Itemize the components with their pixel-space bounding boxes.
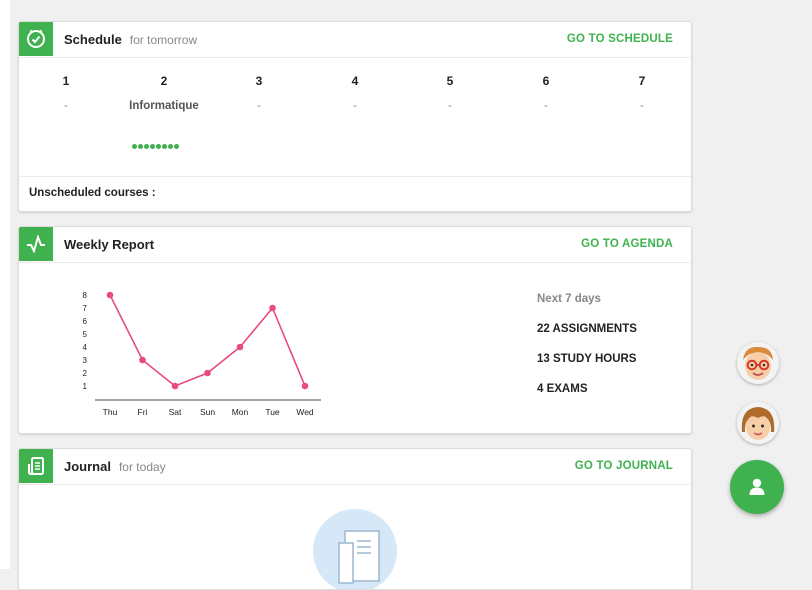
x-tick-label: Tue — [265, 407, 280, 417]
x-tick-label: Sun — [200, 407, 215, 417]
weekly-stats: Next 7 days 22 ASSIGNMENTS 13 STUDY HOUR… — [537, 293, 637, 413]
period-2[interactable]: 2 Informatique — [114, 74, 214, 112]
go-to-agenda-link[interactable]: GO TO AGENDA — [581, 238, 673, 250]
unscheduled-courses: Unscheduled courses : — [19, 176, 691, 211]
journal-icon — [19, 449, 53, 483]
journal-subtitle: for today — [118, 460, 166, 474]
schedule-subtitle: for tomorrow — [129, 33, 198, 47]
data-point[interactable] — [269, 304, 276, 312]
user-menu-button[interactable] — [730, 460, 784, 514]
journal-header: Journal for today GO TO JOURNAL — [19, 449, 691, 485]
period-4: 4- — [351, 74, 359, 112]
data-point[interactable] — [236, 343, 244, 351]
data-point[interactable] — [204, 369, 211, 377]
study-hours-count[interactable]: 13 STUDY HOURS — [537, 353, 637, 365]
x-tick-label: Fri — [138, 407, 148, 417]
x-tick-label: Sat — [169, 407, 182, 417]
period-7: 7- — [638, 74, 646, 112]
period-1: 1- — [62, 74, 70, 112]
period-5: 5- — [446, 74, 454, 112]
course-progress-dots — [132, 136, 180, 149]
data-point[interactable] — [139, 356, 146, 364]
weekly-title: Weekly Report — [64, 237, 155, 252]
schedule-title: Schedule for tomorrow — [64, 32, 198, 47]
journal-empty-illustration — [313, 509, 397, 589]
student-avatar-boy[interactable] — [737, 342, 779, 384]
weekly-line-chart: 1 2 3 4 5 6 7 8 Thu Fri Sat Sun Mon Tue Wed — [83, 291, 321, 417]
pulse-icon — [19, 227, 53, 261]
y-tick-label: 1 — [83, 382, 88, 391]
schedule-header: Schedule for tomorrow GO TO SCHEDULE — [19, 22, 691, 58]
x-tick-label: Wed — [296, 407, 314, 417]
y-tick-label: 4 — [83, 343, 88, 352]
exams-count[interactable]: 4 EXAMS — [537, 383, 637, 395]
data-point[interactable] — [301, 382, 309, 390]
data-point[interactable] — [106, 291, 114, 299]
y-tick-label: 2 — [83, 369, 88, 378]
next-7-days-label: Next 7 days — [537, 293, 601, 305]
user-icon — [749, 478, 765, 495]
weekly-header: Weekly Report GO TO AGENDA — [19, 227, 691, 263]
left-edge — [0, 0, 10, 569]
y-tick-label: 7 — [83, 304, 88, 313]
y-tick-label: 3 — [83, 356, 88, 365]
period-3: 3- — [255, 74, 263, 112]
x-tick-label: Thu — [103, 407, 118, 417]
y-tick-label: 5 — [83, 330, 88, 339]
clock-icon — [19, 22, 53, 56]
journal-title: Journal for today — [64, 459, 166, 474]
go-to-schedule-link[interactable]: GO TO SCHEDULE — [567, 33, 673, 45]
period-6: 6- — [542, 74, 550, 112]
x-tick-label: Mon — [232, 407, 249, 417]
student-avatar-girl[interactable] — [737, 402, 779, 444]
y-tick-label: 8 — [83, 291, 88, 300]
y-tick-label: 6 — [83, 317, 88, 326]
data-point[interactable] — [171, 382, 179, 390]
schedule-card: Schedule for tomorrow GO TO SCHEDULE 1- 2… — [18, 21, 692, 212]
weekly-report-card: Weekly Report GO TO AGENDA 1 2 3 4 5 6 7 8 Thu Fr… — [18, 226, 692, 434]
assignments-count[interactable]: 22 ASSIGNMENTS — [537, 323, 637, 335]
go-to-journal-link[interactable]: GO TO JOURNAL — [575, 460, 673, 472]
unscheduled-label: Unscheduled courses : — [29, 187, 156, 199]
